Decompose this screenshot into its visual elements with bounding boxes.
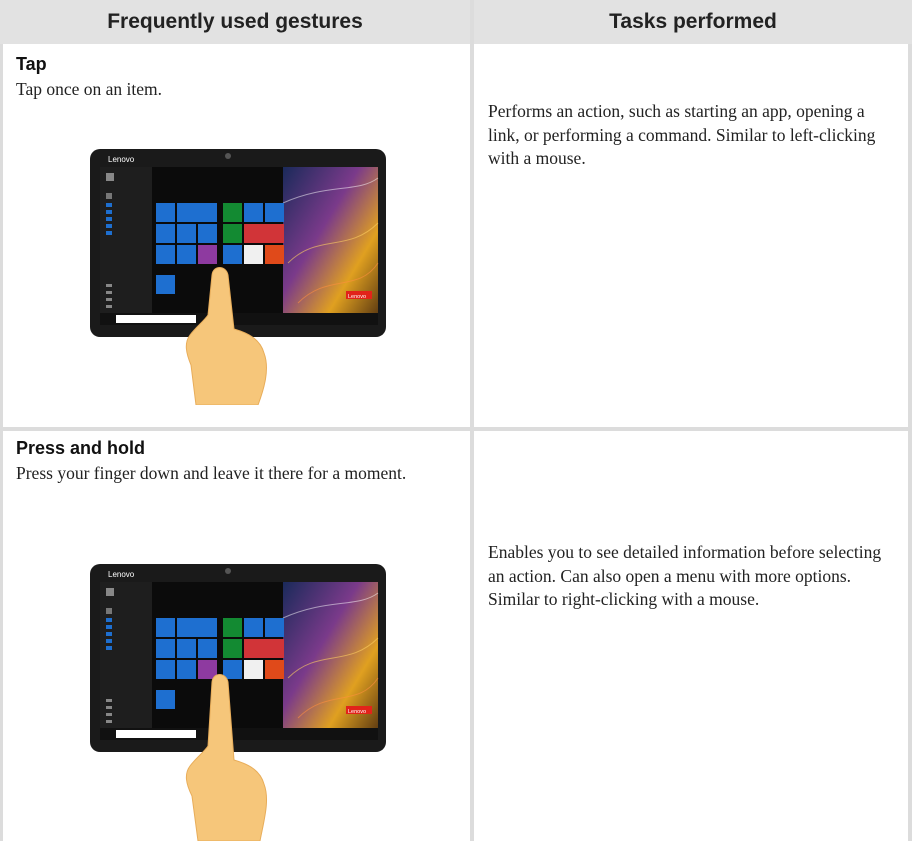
gesture-title-tap: Tap [16,54,47,74]
wallpaper-brand: Lenovo [348,294,366,300]
gesture-title-press-hold: Press and hold [16,438,146,458]
task-text-tap: Performs an action, such as starting an … [488,101,876,168]
tap-illustration: Lenovo Lenovo [90,149,386,405]
table-right-border [908,44,912,841]
table-left-border [0,44,3,841]
header-tasks: Tasks performed [474,0,912,44]
tablet-image: Lenovo Lenovo [90,564,386,752]
tablet-brand-logo: Lenovo [108,570,135,579]
gestures-table: Frequently used gestures Tasks performed… [0,0,912,841]
tablet-brand-logo: Lenovo [108,155,135,164]
gesture-desc-tap: Tap once on an item. [16,79,163,99]
press-hold-illustration: Lenovo Lenovo [90,564,386,841]
gesture-desc-press-hold: Press your finger down and leave it ther… [16,463,407,483]
column-divider [470,0,474,841]
row-divider [0,427,912,431]
wallpaper-brand: Lenovo [348,709,366,715]
task-text-press-hold: Enables you to see detailed information … [488,542,882,609]
header-gestures: Frequently used gestures [0,0,470,44]
tablet-image: Lenovo Lenovo [90,149,386,337]
